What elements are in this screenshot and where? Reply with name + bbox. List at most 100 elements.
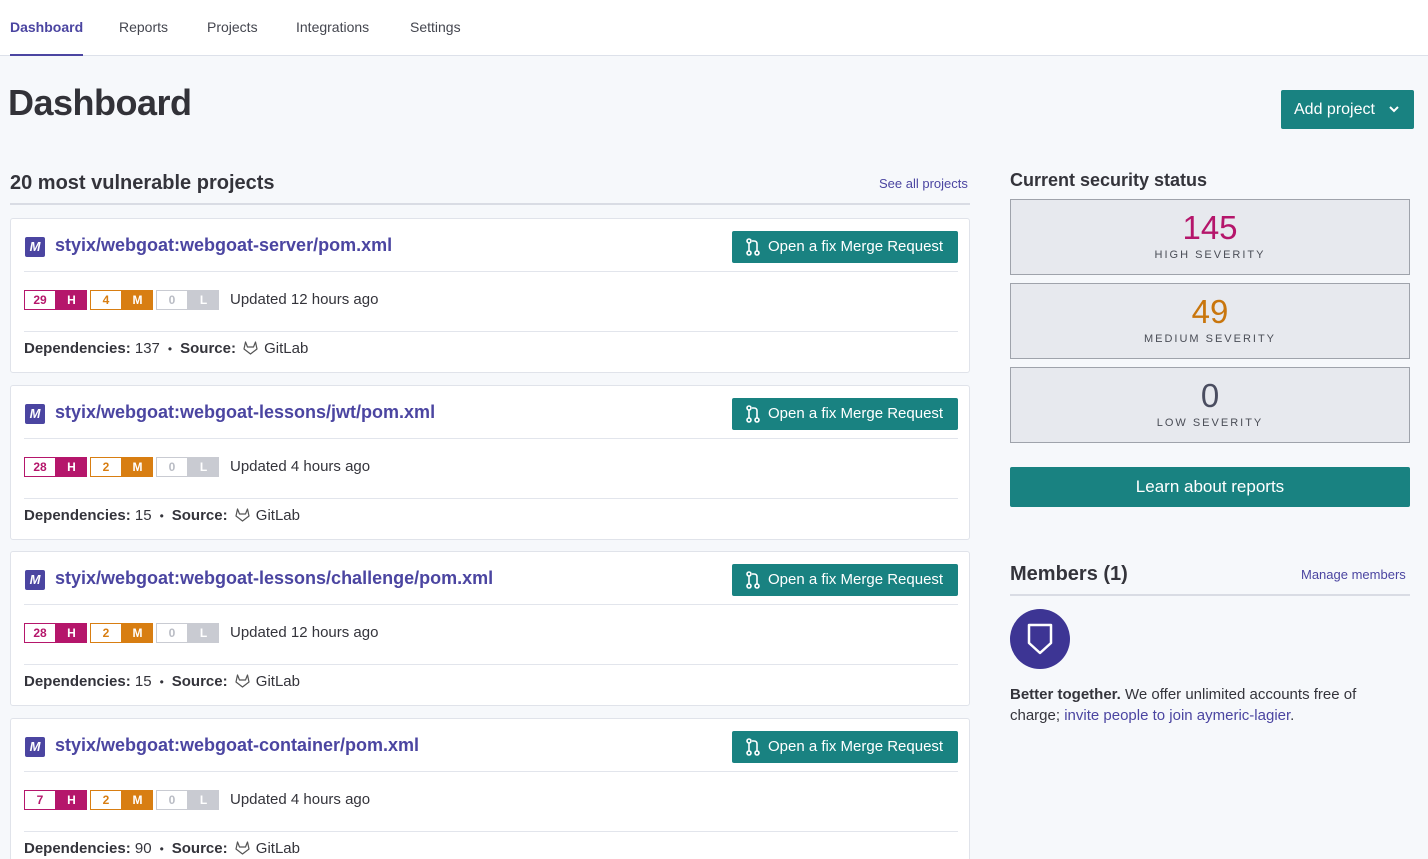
avatar[interactable]: [1010, 609, 1070, 669]
dependencies-label: Dependencies:: [24, 507, 131, 524]
dependencies-row: Dependencies: 15 • Source: GitLab: [24, 506, 300, 526]
dependencies-count: 137: [134, 340, 160, 357]
bullet-separator: •: [167, 342, 173, 356]
low-severity-badge: 0L: [156, 457, 219, 477]
open-fix-merge-request-button[interactable]: Open a fix Merge Request: [732, 398, 958, 430]
tab-settings[interactable]: Settings: [410, 0, 461, 56]
project-name-link[interactable]: styix/webgoat:webgoat-lessons/challenge/…: [55, 568, 493, 589]
medium-severity-stat: 49 MEDIUM SEVERITY: [1010, 283, 1410, 359]
low-count: 0: [156, 290, 188, 310]
tab-projects[interactable]: Projects: [207, 0, 258, 56]
manage-members-link[interactable]: Manage members: [1301, 567, 1406, 582]
low-letter: L: [188, 457, 219, 477]
maven-icon: M: [25, 737, 45, 757]
fix-button-label: Open a fix Merge Request: [768, 571, 944, 588]
source-label: Source:: [171, 840, 228, 857]
medium-severity-badge: 4M: [90, 290, 153, 310]
better-together-bold: Better together.: [1010, 686, 1121, 703]
medium-severity-badge: 2M: [90, 457, 153, 477]
low-severity-badge: 0L: [156, 290, 219, 310]
dependencies-count: 15: [134, 673, 152, 690]
maven-icon: M: [25, 404, 45, 424]
high-severity-badge: 7H: [24, 790, 87, 810]
low-count: 0: [156, 790, 188, 810]
projects-section-title: 20 most vulnerable projects: [10, 172, 275, 194]
dependencies-label: Dependencies:: [24, 840, 131, 857]
add-project-label: Add project: [1294, 101, 1375, 118]
gitlab-icon: [243, 341, 258, 355]
card-divider: [24, 271, 958, 272]
see-all-projects-link[interactable]: See all projects: [879, 176, 968, 191]
merge-request-icon: [746, 738, 760, 756]
source-label: Source:: [171, 673, 228, 690]
tab-dashboard[interactable]: Dashboard: [10, 0, 84, 56]
gitlab-icon: [235, 508, 250, 522]
source-name: GitLab: [255, 507, 300, 524]
dependencies-row: Dependencies: 137 • Source: GitLab: [24, 339, 308, 359]
merge-request-icon: [746, 238, 760, 256]
medium-severity-label: MEDIUM SEVERITY: [1143, 333, 1277, 345]
source-name: GitLab: [255, 673, 300, 690]
shield-icon: [1027, 623, 1053, 655]
project-card: M styix/webgoat:webgoat-lessons/jwt/pom.…: [10, 385, 970, 540]
dependencies-row: Dependencies: 90 • Source: GitLab: [24, 839, 300, 859]
tab-reports[interactable]: Reports: [119, 0, 168, 56]
learn-about-reports-button[interactable]: Learn about reports: [1010, 467, 1410, 507]
low-severity-label: LOW SEVERITY: [1156, 417, 1264, 429]
source-label: Source:: [180, 340, 236, 357]
project-name-link[interactable]: styix/webgoat:webgoat-container/pom.xml: [55, 735, 419, 756]
high-severity-value: 145: [1182, 209, 1238, 246]
high-letter: H: [56, 457, 87, 477]
medium-letter: M: [122, 290, 153, 310]
page-title: Dashboard: [8, 82, 192, 123]
medium-severity-badge: 2M: [90, 623, 153, 643]
low-severity-badge: 0L: [156, 790, 219, 810]
gitlab-icon: [235, 841, 250, 855]
card-divider: [24, 771, 958, 772]
medium-letter: M: [122, 790, 153, 810]
high-count: 29: [24, 290, 56, 310]
low-severity-badge: 0L: [156, 623, 219, 643]
medium-count: 2: [90, 623, 122, 643]
top-nav: Dashboard Reports Projects Integrations …: [0, 0, 1428, 56]
source-name: GitLab: [255, 840, 300, 857]
members-divider: [1010, 594, 1410, 596]
chevron-down-icon: [1388, 90, 1400, 145]
open-fix-merge-request-button[interactable]: Open a fix Merge Request: [732, 731, 958, 763]
high-count: 28: [24, 623, 56, 643]
add-project-button[interactable]: Add project: [1281, 90, 1414, 129]
medium-count: 2: [90, 790, 122, 810]
open-fix-merge-request-button[interactable]: Open a fix Merge Request: [732, 564, 958, 596]
updated-time: Updated 4 hours ago: [230, 458, 371, 475]
project-name-link[interactable]: styix/webgoat:webgoat-server/pom.xml: [55, 235, 392, 256]
low-letter: L: [188, 290, 219, 310]
updated-time: Updated 12 hours ago: [230, 291, 379, 308]
medium-severity-badge: 2M: [90, 790, 153, 810]
updated-time: Updated 12 hours ago: [230, 624, 379, 641]
bullet-separator: •: [159, 842, 164, 856]
merge-request-icon: [746, 571, 760, 589]
high-severity-stat: 145 HIGH SEVERITY: [1010, 199, 1410, 275]
low-severity-stat: 0 LOW SEVERITY: [1010, 367, 1410, 443]
invite-people-link[interactable]: invite people to join aymeric-lagier: [1064, 707, 1290, 724]
card-divider: [24, 438, 958, 439]
project-card: M styix/webgoat:webgoat-lessons/challeng…: [10, 551, 970, 706]
card-divider: [24, 664, 958, 665]
high-severity-badge: 29 H: [24, 290, 87, 310]
tab-integrations[interactable]: Integrations: [296, 0, 369, 56]
merge-request-icon: [746, 405, 760, 423]
high-severity-label: HIGH SEVERITY: [1154, 249, 1266, 261]
bullet-separator: •: [159, 675, 164, 689]
fix-button-label: Open a fix Merge Request: [768, 405, 944, 422]
open-fix-merge-request-button[interactable]: Open a fix Merge Request: [732, 231, 958, 263]
project-name-link[interactable]: styix/webgoat:webgoat-lessons/jwt/pom.xm…: [55, 402, 435, 423]
project-card: M styix/webgoat:webgoat-container/pom.xm…: [10, 718, 970, 859]
medium-severity-value: 49: [1191, 293, 1229, 330]
card-divider: [24, 331, 958, 332]
high-severity-badge: 28 H: [24, 457, 87, 477]
medium-letter: M: [122, 457, 153, 477]
medium-count: 2: [90, 457, 122, 477]
source-name: GitLab: [264, 340, 309, 357]
dependencies-count: 90: [134, 840, 152, 857]
low-count: 0: [156, 623, 188, 643]
